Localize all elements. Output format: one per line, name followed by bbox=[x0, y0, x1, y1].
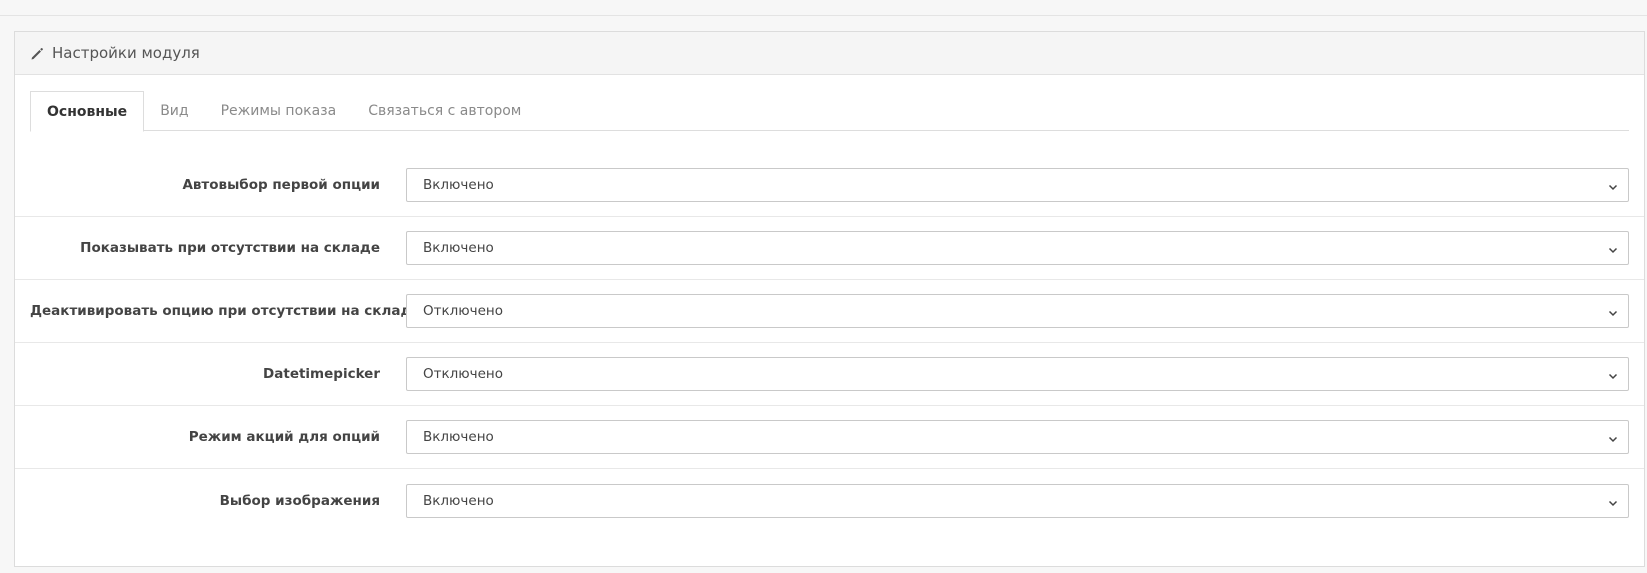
special-offers-mode-select[interactable]: Включено bbox=[406, 420, 1629, 454]
chevron-down-icon bbox=[1608, 180, 1618, 191]
settings-form: Автовыбор первой опции Включено Показыва… bbox=[15, 154, 1644, 532]
panel-heading: Настройки модуля bbox=[15, 32, 1644, 75]
select-value: Включено bbox=[423, 177, 494, 193]
panel-title: Настройки модуля bbox=[52, 44, 200, 62]
setting-label: Выбор изображения bbox=[219, 492, 380, 509]
chevron-down-icon bbox=[1608, 432, 1618, 443]
select-value: Отключено bbox=[423, 303, 504, 319]
select-value: Включено bbox=[423, 492, 494, 509]
setting-row-show-out-of-stock: Показывать при отсутствии на складе Вклю… bbox=[15, 217, 1644, 280]
select-value: Включено bbox=[423, 240, 494, 256]
setting-label: Datetimepicker bbox=[263, 366, 380, 382]
panel-body: Основные Вид Режимы показа Связаться с а… bbox=[15, 75, 1644, 532]
setting-row-image-selection: Выбор изображения Включено bbox=[15, 469, 1644, 532]
tab-display-modes[interactable]: Режимы показа bbox=[205, 91, 353, 130]
select-value: Отключено bbox=[423, 366, 504, 382]
setting-row-special-offers-mode: Режим акций для опций Включено bbox=[15, 406, 1644, 469]
module-settings-panel: Настройки модуля Основные Вид Режимы пок… bbox=[14, 31, 1645, 567]
select-value: Включено bbox=[423, 429, 494, 445]
tab-bar: Основные Вид Режимы показа Связаться с а… bbox=[30, 91, 1629, 132]
setting-row-deactivate-out-of-stock: Деактивировать опцию при отсутствии на с… bbox=[15, 280, 1644, 343]
chevron-down-icon bbox=[1608, 306, 1618, 317]
top-strip bbox=[0, 0, 1647, 16]
image-selection-select[interactable]: Включено bbox=[406, 483, 1629, 518]
autoselect-first-option-select[interactable]: Включено bbox=[406, 168, 1629, 202]
setting-label: Автовыбор первой опции bbox=[182, 177, 380, 193]
setting-row-datetimepicker: Datetimepicker Отключено bbox=[15, 343, 1644, 406]
tab-general[interactable]: Основные bbox=[30, 91, 145, 132]
datetimepicker-select[interactable]: Отключено bbox=[406, 357, 1629, 391]
show-out-of-stock-select[interactable]: Включено bbox=[406, 231, 1629, 265]
chevron-down-icon bbox=[1608, 243, 1618, 254]
pencil-icon bbox=[30, 46, 44, 60]
setting-label: Деактивировать опцию при отсутствии на с… bbox=[30, 303, 421, 319]
deactivate-out-of-stock-select[interactable]: Отключено bbox=[406, 294, 1629, 328]
tab-contact-author[interactable]: Связаться с автором bbox=[352, 91, 537, 130]
chevron-down-icon bbox=[1608, 496, 1618, 506]
setting-label: Режим акций для опций bbox=[188, 429, 380, 445]
setting-label: Показывать при отсутствии на складе bbox=[80, 240, 380, 256]
chevron-down-icon bbox=[1608, 369, 1618, 380]
setting-row-autoselect-first-option: Автовыбор первой опции Включено bbox=[15, 154, 1644, 217]
tab-view[interactable]: Вид bbox=[144, 91, 204, 130]
